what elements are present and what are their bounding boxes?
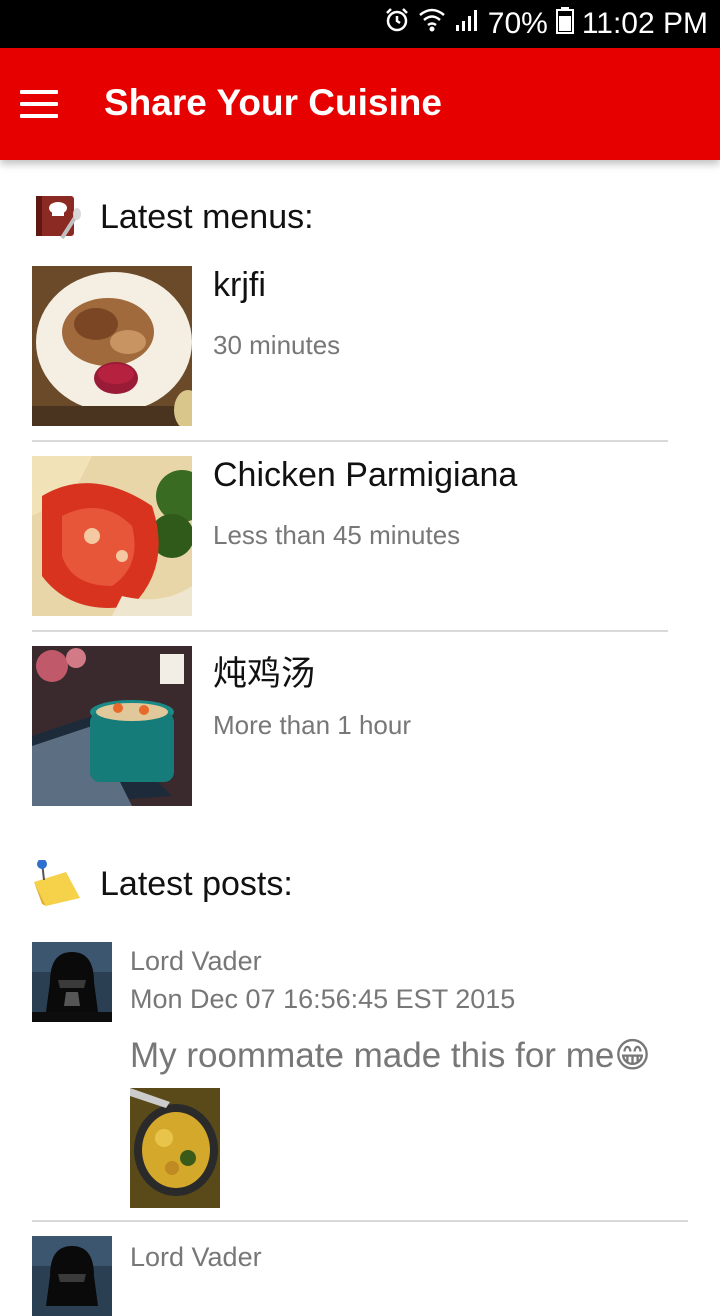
status-bar: 70% 11:02 PM: [0, 0, 720, 48]
alarm-icon: [384, 7, 410, 41]
menu-name: krjfi: [213, 266, 266, 304]
avatar[interactable]: [32, 942, 112, 1022]
menu-name: 炖鸡汤: [213, 655, 315, 693]
battery-icon: [555, 6, 574, 42]
menu-time: 30 minutes: [213, 330, 341, 360]
post-divider: [32, 1220, 688, 1222]
menu-divider: [32, 630, 668, 632]
menu-item[interactable]: Chicken Parmigiana Less than 45 minutes: [32, 456, 668, 616]
post-author[interactable]: Lord Vader: [130, 946, 262, 977]
menu-item[interactable]: 炖鸡汤 More than 1 hour: [32, 646, 668, 806]
battery-percent: 70%: [487, 7, 548, 40]
menus-section-header: Latest menus:: [32, 194, 314, 240]
app-bar: Share Your Cuisine: [0, 48, 720, 160]
wifi-icon: [418, 7, 446, 41]
post-item[interactable]: Lord Vader Mon Dec 07 16:56:45 EST 2015 …: [32, 942, 692, 1212]
status-icons: 70% 11:02 PM: [384, 0, 708, 48]
post-author[interactable]: Lord Vader: [130, 1242, 262, 1273]
app-title: Share Your Cuisine: [104, 82, 442, 123]
signal-icon: [454, 7, 480, 41]
posts-section-header: Latest posts:: [32, 859, 293, 908]
menu-item[interactable]: krjfi 30 minutes: [32, 266, 668, 426]
post-image[interactable]: [130, 1088, 220, 1208]
menu-divider: [32, 440, 668, 442]
menu-time: More than 1 hour: [213, 710, 412, 740]
hamburger-menu-icon[interactable]: [20, 78, 76, 130]
menu-time: Less than 45 minutes: [213, 520, 461, 550]
menus-section-title: Latest menus:: [100, 197, 314, 236]
menu-name: Chicken Parmigiana: [213, 456, 518, 494]
sticky-note-icon: [32, 859, 82, 908]
menu-thumbnail: [32, 266, 192, 426]
avatar[interactable]: [32, 1236, 112, 1316]
recipe-book-icon: [32, 194, 82, 240]
clock: 11:02 PM: [581, 7, 708, 40]
menu-thumbnail: [32, 456, 192, 616]
post-text: My roommate made this for me😁: [130, 1036, 651, 1075]
post-item[interactable]: Lord Vader: [32, 1236, 692, 1316]
menu-thumbnail: [32, 646, 192, 806]
post-date: Mon Dec 07 16:56:45 EST 2015: [130, 984, 516, 1014]
posts-section-title: Latest posts:: [100, 864, 293, 903]
